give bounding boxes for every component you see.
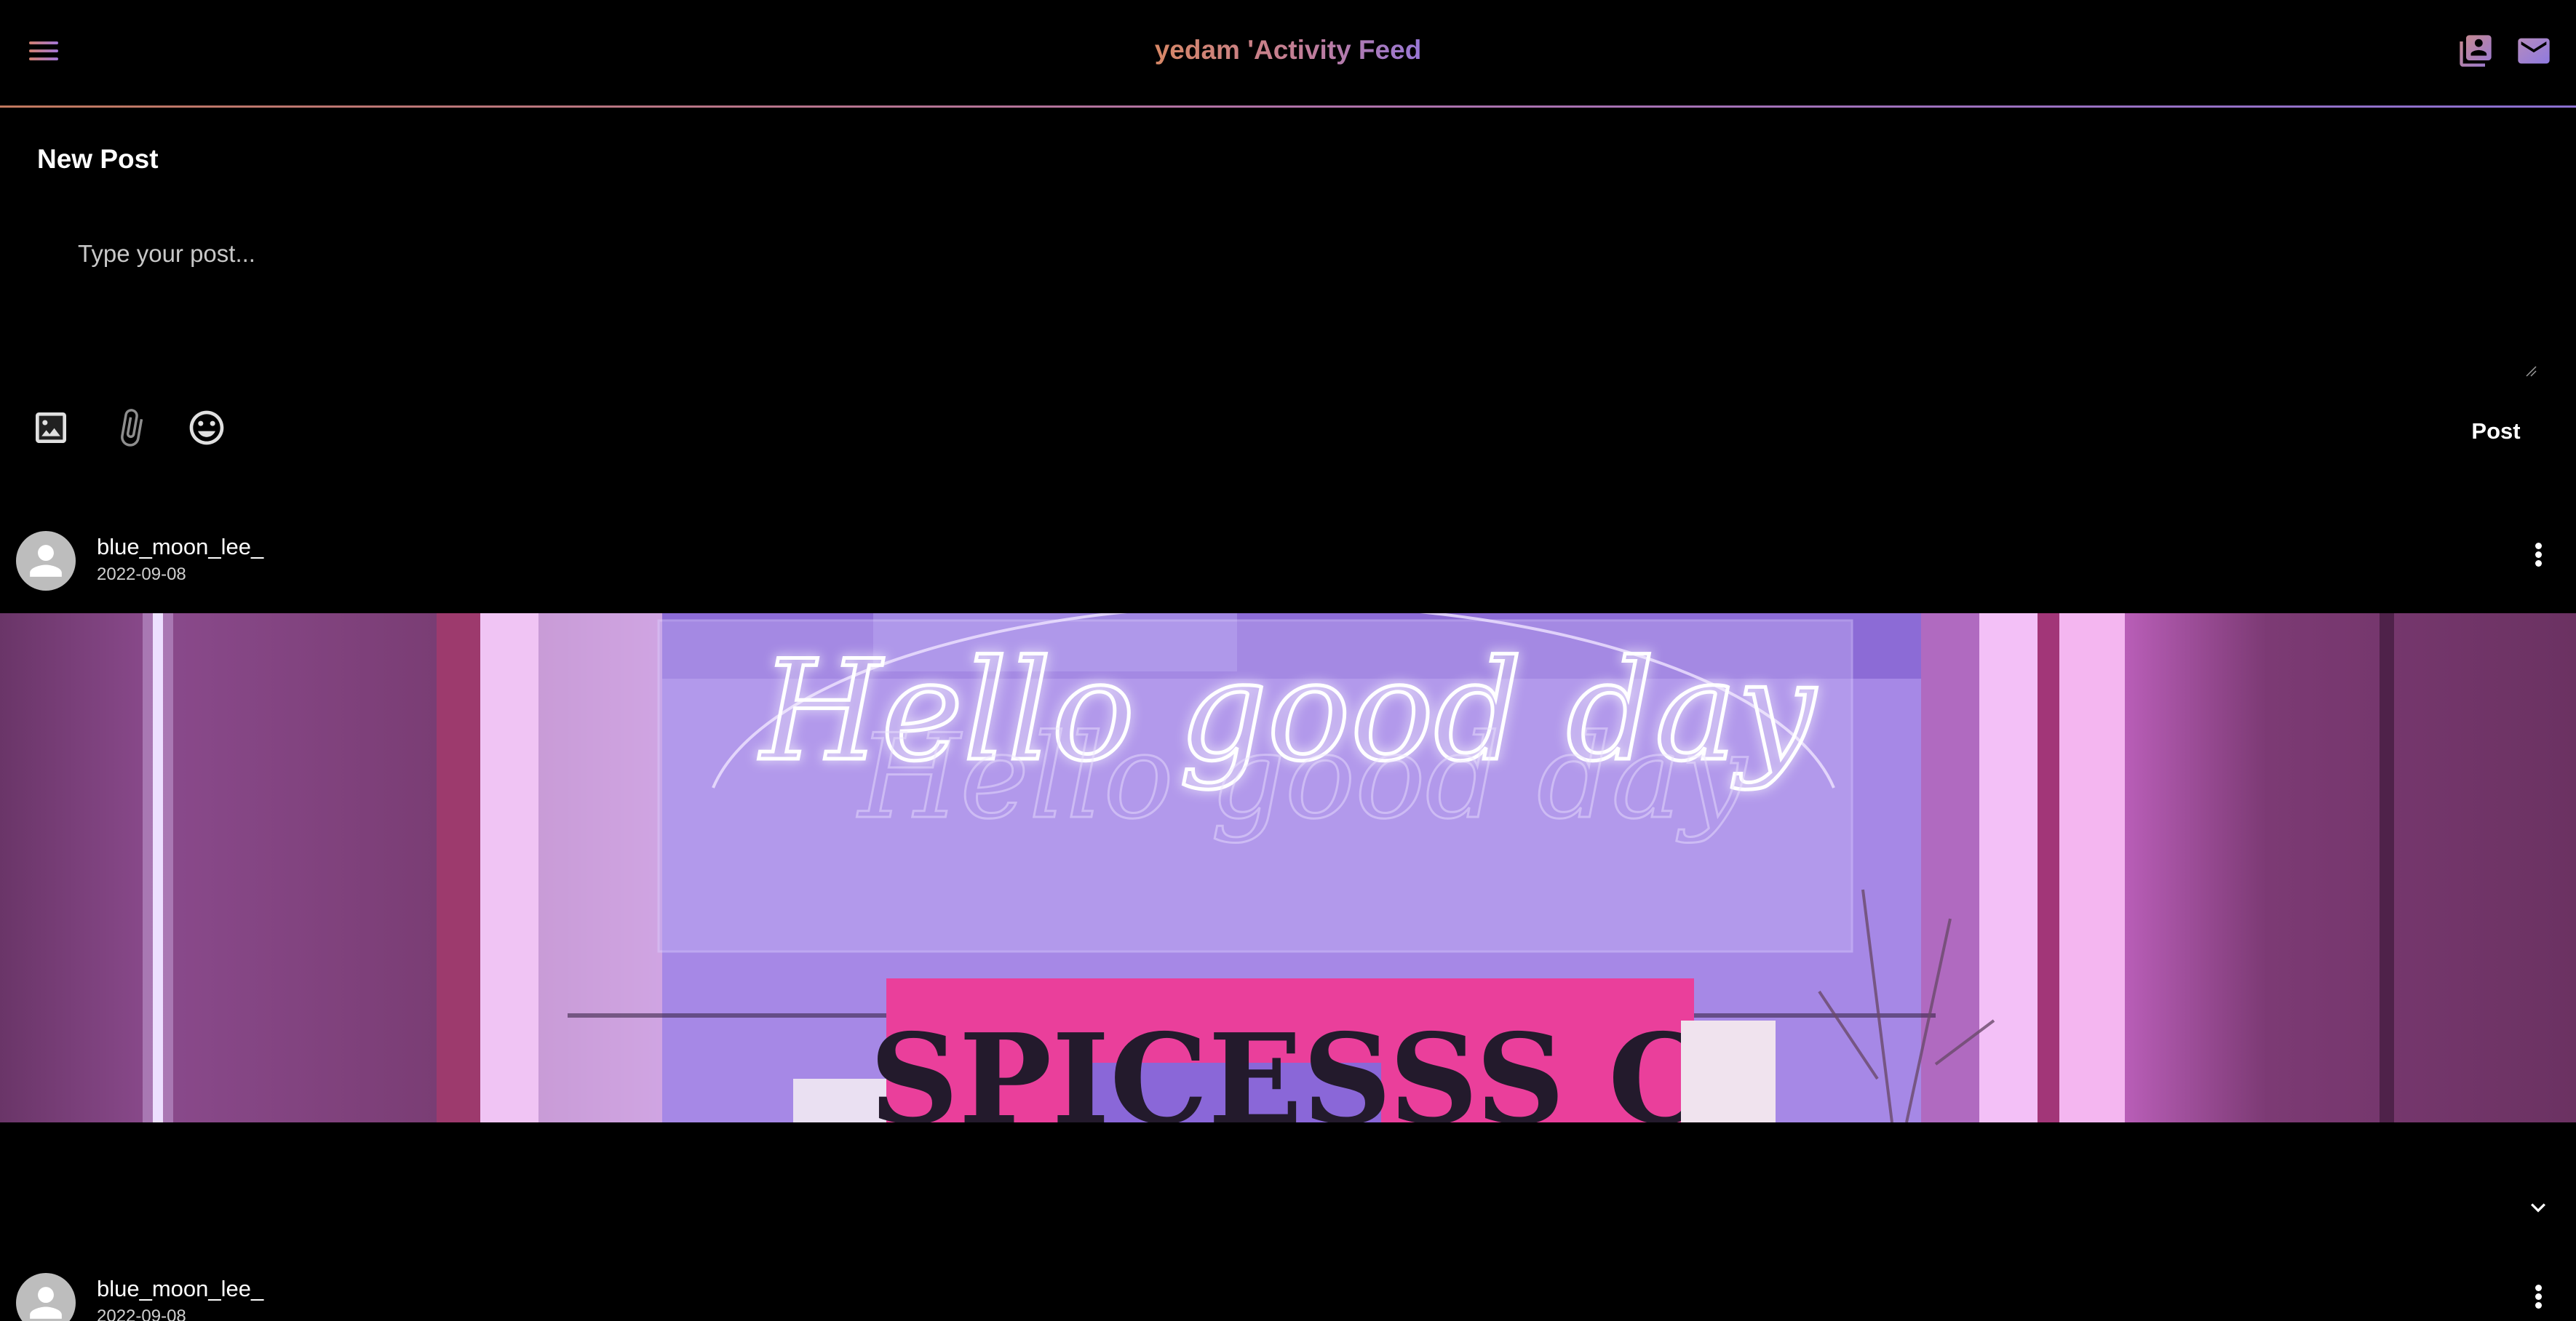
neon-sign-photo: Hello good day Hello good day SPICESSS C	[0, 613, 2576, 1122]
person-icon	[30, 545, 62, 577]
post-username[interactable]: blue_moon_lee_	[97, 1276, 263, 1302]
more-options-icon[interactable]	[2524, 532, 2553, 576]
emoji-icon[interactable]	[186, 407, 227, 448]
resize-grip-icon[interactable]	[2525, 365, 2537, 377]
new-post-heading: New Post	[37, 144, 159, 174]
post-text-input[interactable]	[37, 218, 2537, 380]
chevron-down-icon[interactable]	[2524, 1193, 2553, 1222]
mail-icon[interactable]	[2515, 32, 2553, 70]
post-image[interactable]: Hello good day Hello good day SPICESSS C	[0, 613, 2576, 1122]
post-username[interactable]: blue_moon_lee_	[97, 534, 263, 560]
app-title-container: yedam 'Activity Feed	[0, 28, 2576, 73]
app-header: yedam 'Activity Feed	[0, 0, 2576, 108]
avatar[interactable]	[16, 531, 76, 591]
post-button[interactable]: Post	[2449, 412, 2543, 451]
header-divider	[0, 105, 2576, 108]
image-icon[interactable]	[31, 407, 71, 448]
person-icon	[30, 1287, 62, 1319]
post-date: 2022-09-08	[97, 1306, 186, 1321]
app-title: yedam 'Activity Feed	[1155, 28, 1422, 73]
svg-text:Hello good day: Hello good day	[856, 709, 1749, 845]
more-options-icon[interactable]	[2524, 1274, 2553, 1318]
svg-text:SPICESSS C: SPICESSS C	[870, 1007, 1706, 1122]
paperclip-icon[interactable]	[111, 407, 151, 448]
post-date: 2022-09-08	[97, 564, 186, 584]
contacts-book-icon[interactable]	[2457, 32, 2494, 70]
avatar[interactable]	[16, 1273, 76, 1321]
